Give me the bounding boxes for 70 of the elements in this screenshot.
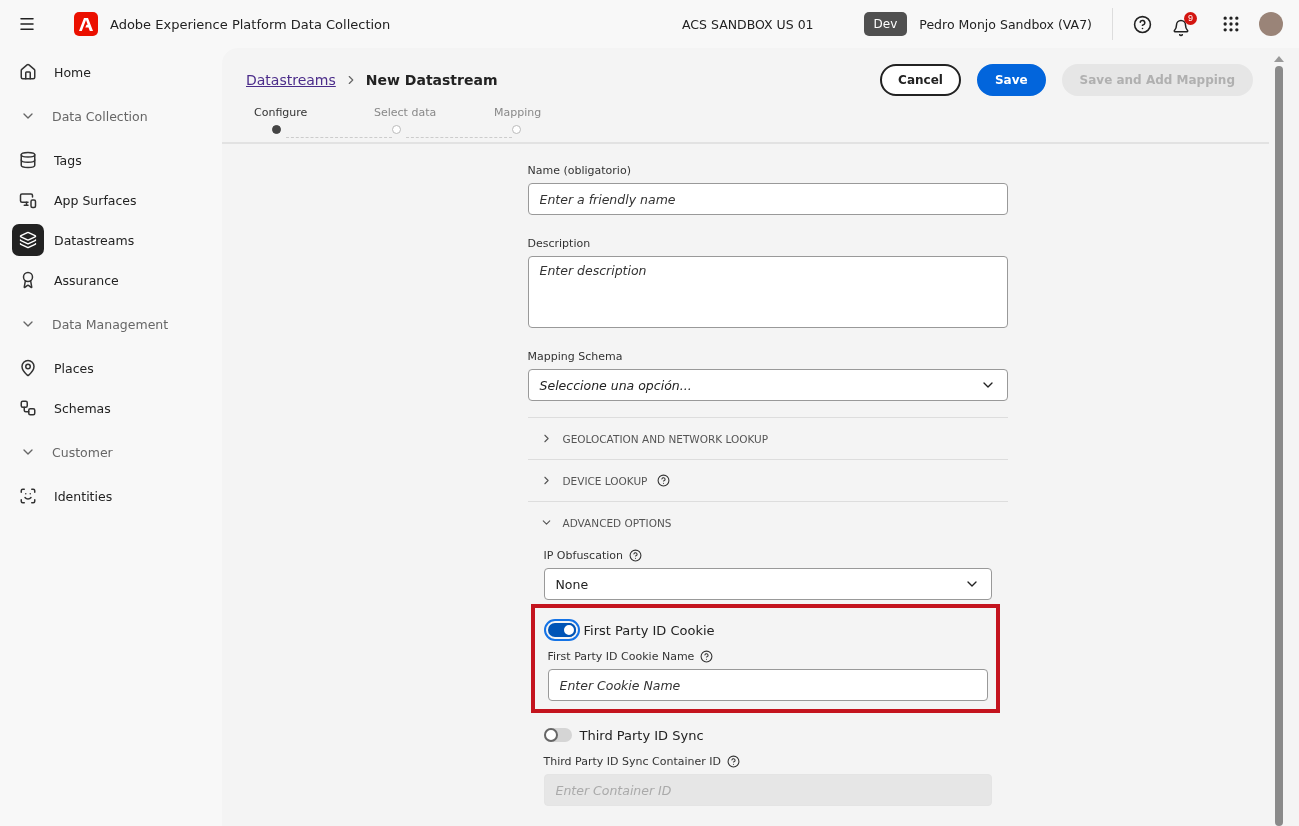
sidebar-group[interactable]: Customer [0, 428, 222, 476]
help-icon[interactable] [1133, 14, 1152, 34]
avatar[interactable] [1259, 12, 1283, 36]
sandbox-name[interactable]: Pedro Monjo Sandbox (VA7) [919, 16, 1092, 32]
item-label: Home [54, 64, 91, 80]
help-icon[interactable] [700, 650, 714, 663]
item-label: Assurance [54, 272, 119, 288]
scroll-up-arrow-icon[interactable] [1274, 56, 1284, 62]
sidebar-group[interactable]: Data Management [0, 300, 222, 348]
scrollbar[interactable] [1273, 56, 1285, 826]
name-field[interactable]: Enter a friendly name [527, 183, 1008, 215]
item-label: Schemas [54, 400, 111, 416]
sidebar-item[interactable]: Home [0, 52, 222, 92]
step-dot[interactable] [392, 125, 401, 134]
sidebar-item[interactable]: Places [0, 348, 222, 388]
item-label: Places [54, 360, 94, 376]
schema-dropdown[interactable]: Seleccione una opción... [527, 369, 1008, 401]
toggle-label: First Party ID Cookie [583, 622, 715, 638]
bell-icon [1172, 18, 1190, 37]
step-dot[interactable] [272, 125, 281, 134]
toggle-switch[interactable] [543, 728, 572, 742]
sidebar-item[interactable]: Datastreams [0, 220, 222, 260]
field-label: Name (obligatorio) [527, 164, 632, 177]
field-label: IP Obfuscation [543, 549, 623, 562]
secondary-button[interactable]: Cancel [880, 64, 961, 96]
group-label: Customer [52, 444, 113, 460]
field-label: First Party ID Cookie Name [547, 650, 695, 663]
sidebar-item[interactable]: App Surfaces [0, 180, 222, 220]
app-logo-icon [74, 12, 98, 36]
step-dot[interactable] [512, 125, 521, 134]
menu-icon[interactable] [18, 15, 36, 33]
primary-button[interactable]: Save [976, 64, 1046, 96]
breadcrumb-link[interactable]: Datastreams [246, 72, 336, 88]
step-label: Mapping [494, 106, 542, 119]
section-title: ADVANCED OPTIONS [562, 516, 672, 529]
sidebar-item[interactable]: Schemas [0, 388, 222, 428]
sidebar-item[interactable]: Tags [0, 140, 222, 180]
page-title: New Datastream [365, 72, 498, 88]
item-label: Datastreams [54, 232, 135, 248]
section-title: DEVICE LOOKUP [562, 474, 648, 487]
section-header[interactable]: ADVANCED OPTIONS [527, 501, 1008, 543]
notification-count: 9 [1184, 11, 1197, 25]
help-icon[interactable] [657, 474, 671, 487]
help-icon[interactable] [726, 755, 740, 768]
apps-grid-icon[interactable] [1221, 14, 1241, 34]
ip-obfuscation-dropdown[interactable]: None [543, 568, 992, 600]
sidebar-item[interactable]: Assurance [0, 260, 222, 300]
section-title: GEOLOCATION AND NETWORK LOOKUP [562, 432, 769, 445]
text-field[interactable]: Enter Cookie Name [547, 669, 988, 701]
group-label: Data Management [52, 316, 169, 332]
environment-badge: Dev [863, 12, 908, 36]
help-icon[interactable] [628, 549, 642, 562]
step-label: Select data [374, 106, 437, 119]
sidebar-group[interactable]: Data Collection [0, 92, 222, 140]
section-header[interactable]: GEOLOCATION AND NETWORK LOOKUP [527, 417, 1008, 459]
step-label: Configure [254, 106, 308, 119]
notifications-button[interactable]: 9 [1172, 11, 1197, 37]
field-label: Mapping Schema [527, 350, 624, 363]
sidebar-item[interactable]: Identities [0, 476, 222, 516]
field-label: Description [527, 237, 592, 250]
org-name[interactable]: ACS SANDBOX US 01 [682, 16, 814, 32]
group-label: Data Collection [52, 108, 148, 124]
field-label: Third Party ID Sync Container ID [543, 755, 721, 768]
toggle-label: Third Party ID Sync [579, 727, 704, 743]
item-label: App Surfaces [54, 192, 137, 208]
description-field[interactable]: Enter description [527, 256, 1008, 328]
item-label: Tags [54, 152, 82, 168]
app-title: Adobe Experience Platform Data Collection [110, 16, 391, 32]
item-label: Identities [54, 488, 113, 504]
section-header[interactable]: DEVICE LOOKUP [527, 459, 1008, 501]
